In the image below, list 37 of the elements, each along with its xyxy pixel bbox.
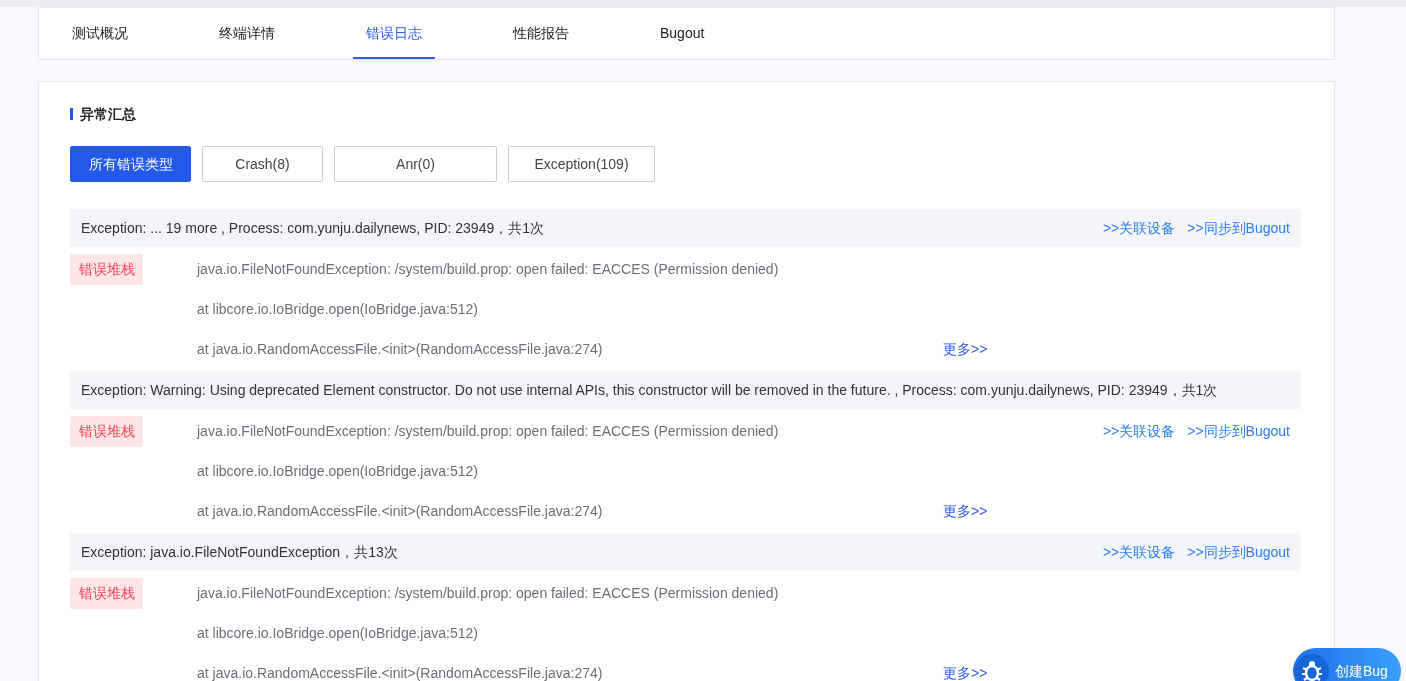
stack-line: at libcore.io.IoBridge.open(IoBridge.java:512): [197, 461, 478, 481]
create-bug-button[interactable]: 创建Bug: [1293, 648, 1401, 681]
stack-line: at libcore.io.IoBridge.open(IoBridge.java:512): [197, 623, 478, 643]
stack-line: at libcore.io.IoBridge.open(IoBridge.java:512): [197, 299, 478, 319]
link[interactable]: >>关联设备: [1102, 541, 1176, 563]
stack-line: at java.io.RandomAccessFile.<init>(RandomAccessFile.java:274): [197, 663, 603, 681]
link[interactable]: >>关联设备: [1102, 217, 1176, 239]
stack-line: java.io.FileNotFoundException: /system/build.prop: open failed: EACCES (Permission denied): [197, 259, 779, 279]
exception-summary: Exception: Warning: Using deprecated Element constructor. Do not use internal APIs, this constructor will be removed in the future. , Process: com.yunju.dailynews, PID: 23949，共1次: [81, 380, 1218, 400]
tab[interactable]: 错误日志: [353, 8, 435, 59]
exception-summary: Exception: ... 19 more , Process: com.yunju.dailynews, PID: 23949，共1次: [81, 218, 544, 238]
filter-button[interactable]: 所有错误类型: [70, 146, 191, 182]
more-link[interactable]: 更多>>: [943, 662, 988, 681]
tab[interactable]: 终端详情: [206, 8, 288, 59]
more-link[interactable]: 更多>>: [943, 338, 988, 360]
tab[interactable]: 测试概况: [59, 8, 141, 59]
stack-line: java.io.FileNotFoundException: /system/build.prop: open failed: EACCES (Permission denied): [197, 421, 779, 441]
exception-summary: Exception: java.io.FileNotFoundException，共13次: [81, 542, 398, 562]
section-title: 异常汇总: [80, 104, 136, 124]
link[interactable]: >>同步到Bugout: [1187, 541, 1290, 563]
error-stack-badge: 错误堆栈: [70, 578, 143, 609]
filter-button[interactable]: Exception(109): [508, 146, 655, 182]
link[interactable]: >>同步到Bugout: [1187, 217, 1290, 239]
tab[interactable]: 性能报告: [500, 8, 582, 59]
link[interactable]: >>同步到Bugout: [1187, 420, 1290, 442]
filter-button[interactable]: Crash(8): [202, 146, 323, 182]
link[interactable]: >>关联设备: [1102, 420, 1176, 442]
title-bar-marker: [70, 108, 73, 120]
error-stack-badge: 错误堆栈: [70, 416, 143, 447]
more-link[interactable]: 更多>>: [943, 500, 988, 522]
stack-line: at java.io.RandomAccessFile.<init>(RandomAccessFile.java:274): [197, 501, 603, 521]
error-stack-badge: 错误堆栈: [70, 254, 143, 285]
filter-button[interactable]: Anr(0): [334, 146, 497, 182]
stack-line: java.io.FileNotFoundException: /system/build.prop: open failed: EACCES (Permission denied): [197, 583, 779, 603]
tab[interactable]: Bugout: [647, 8, 718, 59]
bug-icon: [1295, 654, 1329, 681]
stack-line: at java.io.RandomAccessFile.<init>(RandomAccessFile.java:274): [197, 339, 603, 359]
